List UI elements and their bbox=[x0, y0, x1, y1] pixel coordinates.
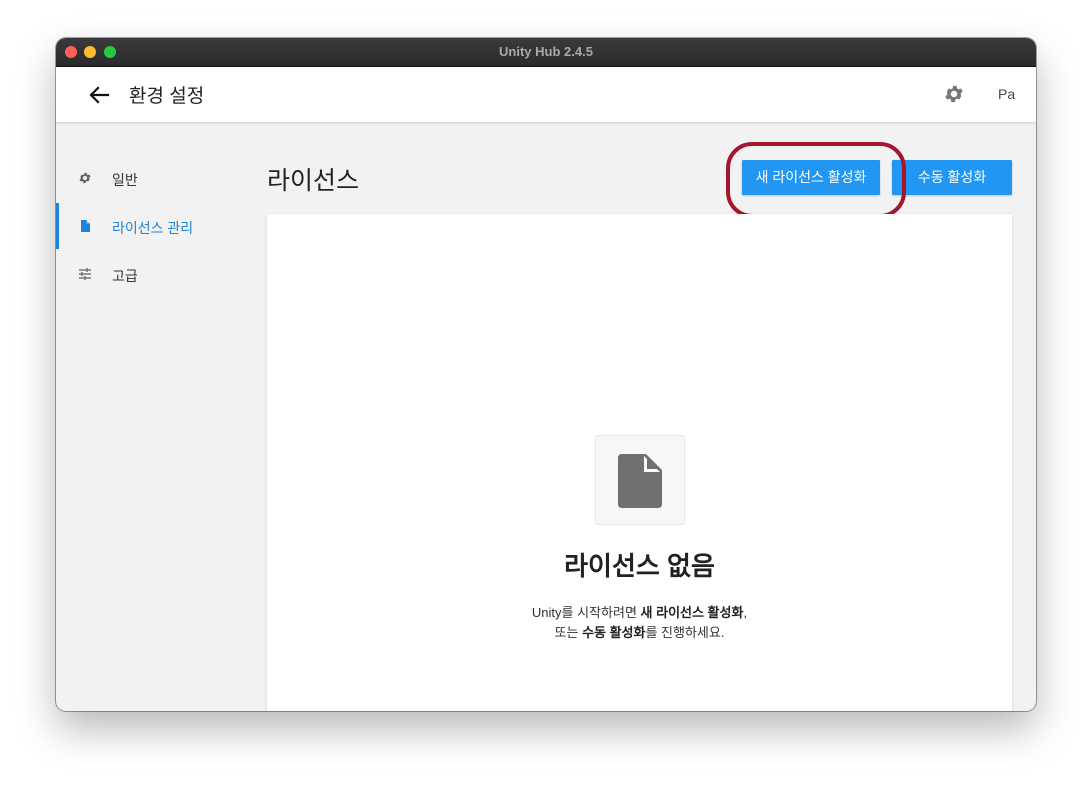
empty-state-title: 라이선스 없음 bbox=[564, 551, 715, 581]
empty-state-line-2: 또는 수동 활성화를 진행하세요. bbox=[267, 622, 1012, 641]
document-icon bbox=[618, 454, 662, 508]
gear-icon[interactable] bbox=[943, 83, 965, 105]
page-title: 환경 설정 bbox=[129, 86, 205, 107]
empty-line2-post: 를 진행하세요. bbox=[645, 625, 725, 640]
back-arrow-icon[interactable] bbox=[88, 85, 110, 105]
empty-line1-post: , bbox=[743, 605, 748, 620]
section-title: 라이선스 bbox=[267, 167, 360, 195]
app-window: Unity Hub 2.4.5 환경 설정 Pa 일반 라이선스 관리 고급 라… bbox=[56, 38, 1036, 711]
manual-activate-button[interactable]: 수동 활성화 bbox=[892, 160, 1012, 195]
sidebar-item-general[interactable]: 일반 bbox=[56, 155, 256, 201]
empty-state-line-1: Unity를 시작하려면 새 라이선스 활성화, bbox=[267, 602, 1012, 621]
sidebar-item-label: 라이선스 관리 bbox=[112, 220, 194, 236]
window-title: Unity Hub 2.4.5 bbox=[499, 44, 593, 59]
sidebar-item-label: 일반 bbox=[112, 172, 138, 188]
empty-line1-bold: 새 라이선스 활성화 bbox=[640, 605, 744, 620]
sidebar: 일반 라이선스 관리 고급 bbox=[56, 123, 256, 711]
new-license-activate-button[interactable]: 새 라이선스 활성화 bbox=[742, 160, 880, 195]
preferences-header: 환경 설정 Pa bbox=[56, 67, 1036, 123]
sliders-icon bbox=[78, 267, 92, 281]
empty-line1-pre: Unity를 시작하려면 bbox=[531, 605, 641, 620]
document-icon bbox=[78, 219, 92, 233]
gear-icon bbox=[78, 171, 92, 185]
license-card: 라이선스 없음 Unity를 시작하려면 새 라이선스 활성화, 또는 수동 활… bbox=[267, 214, 1012, 711]
empty-line2-bold: 수동 활성화 bbox=[582, 625, 646, 640]
sidebar-item-label: 고급 bbox=[112, 268, 138, 284]
sidebar-item-license-management[interactable]: 라이선스 관리 bbox=[56, 203, 256, 249]
title-bar: Unity Hub 2.4.5 bbox=[56, 38, 1036, 67]
avatar[interactable]: Pa bbox=[998, 86, 1015, 102]
sidebar-item-advanced[interactable]: 고급 bbox=[56, 251, 256, 297]
empty-state-icon-box bbox=[595, 435, 685, 525]
empty-line2-pre: 또는 bbox=[554, 625, 583, 640]
